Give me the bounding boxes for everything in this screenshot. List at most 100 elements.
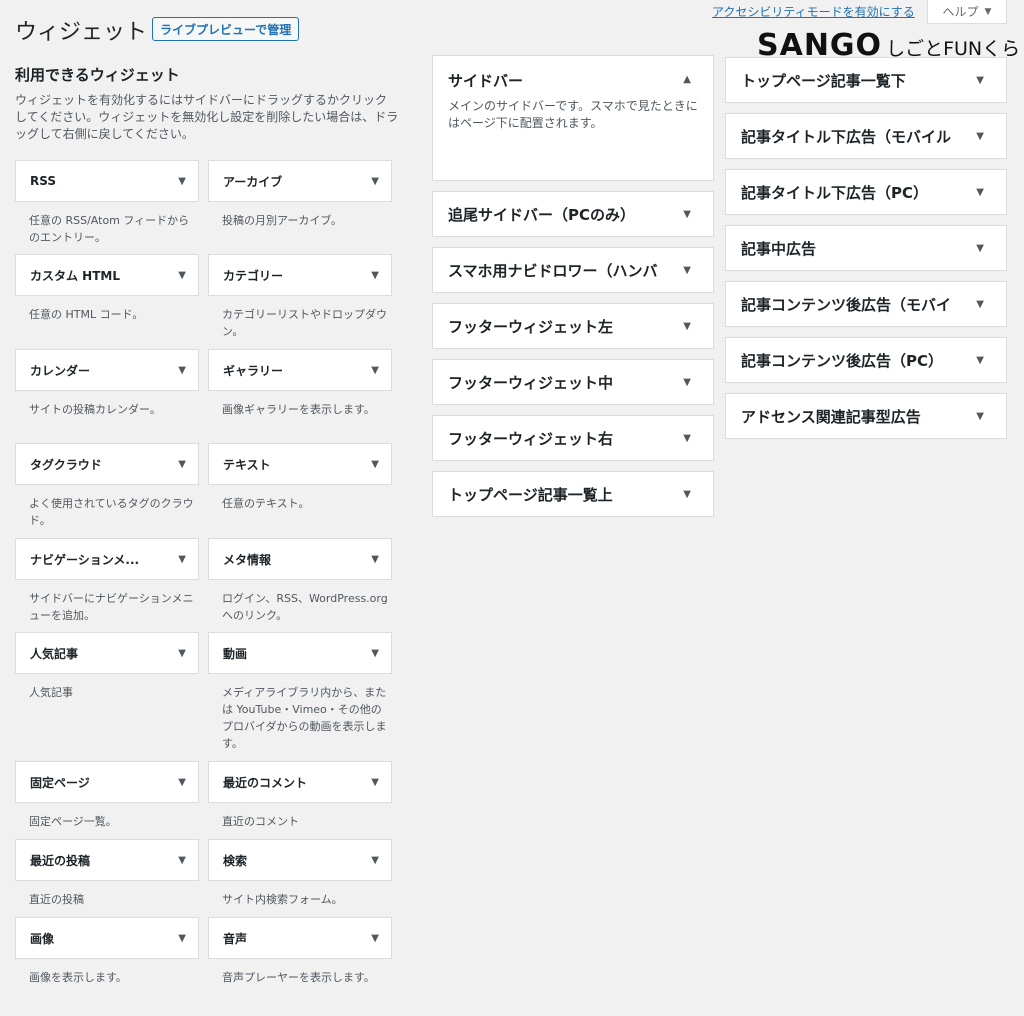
chevron-down-icon[interactable]: ▼ — [178, 648, 186, 659]
widget-item[interactable]: RSS ▼ — [15, 160, 199, 202]
widget-item[interactable]: 最近の投稿 ▼ — [15, 839, 199, 881]
sidebar-area-title: 記事コンテンツ後広告（PC） — [741, 351, 944, 370]
chevron-down-icon: ▼ — [984, 6, 992, 17]
widget-title: 人気記事 — [30, 646, 79, 661]
chevron-down-icon[interactable]: ▼ — [976, 243, 984, 254]
sidebar-main-title: サイドバー — [448, 72, 524, 90]
widget-description: カテゴリーリストやドロップダウン。 — [222, 308, 387, 338]
chevron-down-icon[interactable]: ▼ — [976, 75, 984, 86]
widget-item[interactable]: カテゴリー ▼ — [208, 254, 392, 296]
widget-item[interactable]: ギャラリー ▼ — [208, 349, 392, 391]
chevron-down-icon[interactable]: ▼ — [976, 187, 984, 198]
widget-description: よく使用されているタグのクラウド。 — [29, 497, 194, 527]
widget-title: メタ情報 — [223, 552, 272, 567]
chevron-down-icon[interactable]: ▼ — [371, 554, 379, 565]
widget-title: アーカイブ — [223, 174, 283, 189]
chevron-down-icon[interactable]: ▼ — [371, 365, 379, 376]
chevron-down-icon[interactable]: ▼ — [371, 176, 379, 187]
sidebar-area[interactable]: 記事タイトル下広告（モバイル ▼ — [725, 113, 1007, 159]
live-preview-button[interactable]: ライブプレビューで管理 — [152, 17, 300, 41]
sidebar-area[interactable]: フッターウィジェット右 ▼ — [432, 415, 714, 461]
sidebar-area[interactable]: アドセンス関連記事型広告 ▼ — [725, 393, 1007, 439]
sidebar-area[interactable]: 記事コンテンツ後広告（PC） ▼ — [725, 337, 1007, 383]
sidebar-area[interactable]: 記事タイトル下広告（PC） ▼ — [725, 169, 1007, 215]
chevron-down-icon[interactable]: ▼ — [178, 554, 186, 565]
chevron-down-icon[interactable]: ▼ — [178, 459, 186, 470]
chevron-down-icon[interactable]: ▼ — [371, 648, 379, 659]
widget-description: 任意のテキスト。 — [222, 497, 310, 510]
widget-item[interactable]: 検索 ▼ — [208, 839, 392, 881]
chevron-down-icon[interactable]: ▼ — [976, 411, 984, 422]
chevron-down-icon[interactable]: ▼ — [178, 176, 186, 187]
widget-item[interactable]: タグクラウド ▼ — [15, 443, 199, 485]
widget-title: カテゴリー — [223, 268, 284, 283]
sidebar-area[interactable]: 追尾サイドバー（PCのみ） ▼ — [432, 191, 714, 237]
chevron-down-icon[interactable]: ▼ — [178, 777, 186, 788]
sidebar-area[interactable]: トップページ記事一覧下 ▼ — [725, 57, 1007, 103]
chevron-down-icon[interactable]: ▼ — [683, 433, 691, 444]
chevron-down-icon[interactable]: ▼ — [976, 355, 984, 366]
chevron-down-icon[interactable]: ▼ — [976, 299, 984, 310]
widget-description: 直近のコメント — [222, 815, 299, 828]
chevron-down-icon[interactable]: ▼ — [178, 365, 186, 376]
widget-description: サイト内検索フォーム。 — [222, 893, 343, 906]
chevron-down-icon[interactable]: ▼ — [683, 209, 691, 220]
widget-item[interactable]: アーカイブ ▼ — [208, 160, 392, 202]
help-label: ヘルプ — [942, 5, 979, 19]
chevron-down-icon[interactable]: ▼ — [178, 933, 186, 944]
widget-item[interactable]: 固定ページ ▼ — [15, 761, 199, 803]
widget-description: 固定ページ一覧。 — [29, 815, 117, 828]
available-widgets-description: ウィジェットを有効化するにはサイドバーにドラッグするかクリックしてください。ウィ… — [15, 93, 399, 141]
sidebar-area[interactable]: 記事コンテンツ後広告（モバイ ▼ — [725, 281, 1007, 327]
widget-item[interactable]: 音声 ▼ — [208, 917, 392, 959]
widget-description: サイドバーにナビゲーションメニューを追加。 — [29, 592, 194, 622]
widget-item[interactable]: テキスト ▼ — [208, 443, 392, 485]
sidebar-area[interactable]: スマホ用ナビドロワー（ハンバ ▼ — [432, 247, 714, 293]
widget-item[interactable]: カレンダー ▼ — [15, 349, 199, 391]
sidebar-area-title: フッターウィジェット左 — [448, 317, 614, 336]
sidebar-main[interactable]: サイドバー ▲ メインのサイドバーです。スマホで見たときにはページ下に配置されま… — [432, 55, 714, 181]
chevron-down-icon[interactable]: ▼ — [178, 270, 186, 281]
widget-item[interactable]: 動画 ▼ — [208, 632, 392, 674]
chevron-up-icon[interactable]: ▲ — [683, 74, 691, 85]
widget-item[interactable]: 最近のコメント ▼ — [208, 761, 392, 803]
widget-title: ナビゲーションメ... — [30, 552, 140, 567]
chevron-down-icon[interactable]: ▼ — [683, 321, 691, 332]
help-tab[interactable]: ヘルプ ▼ — [927, 0, 1007, 24]
sidebar-area-title: トップページ記事一覧下 — [741, 71, 906, 90]
chevron-down-icon[interactable]: ▼ — [976, 131, 984, 142]
widget-item[interactable]: カスタム HTML ▼ — [15, 254, 199, 296]
widget-description: 人気記事 — [29, 686, 73, 699]
sidebar-area[interactable]: トップページ記事一覧上 ▼ — [432, 471, 714, 517]
widget-title: カレンダー — [30, 363, 91, 378]
chevron-down-icon[interactable]: ▼ — [178, 855, 186, 866]
widget-description: 直近の投稿 — [29, 893, 84, 906]
chevron-down-icon[interactable]: ▼ — [683, 489, 691, 500]
widget-title: タグクラウド — [30, 457, 102, 472]
sidebar-area[interactable]: フッターウィジェット中 ▼ — [432, 359, 714, 405]
widget-item[interactable]: メタ情報 ▼ — [208, 538, 392, 580]
widget-item[interactable]: 人気記事 ▼ — [15, 632, 199, 674]
widget-description: 画像ギャラリーを表示します。 — [222, 403, 375, 416]
widget-description: 任意の RSS/Atom フィードからのエントリー。 — [29, 214, 190, 244]
sidebar-area[interactable]: フッターウィジェット左 ▼ — [432, 303, 714, 349]
widget-title: ギャラリー — [223, 363, 284, 378]
sidebar-area[interactable]: 記事中広告 ▼ — [725, 225, 1007, 271]
sidebar-area-title: フッターウィジェット中 — [448, 373, 614, 392]
chevron-down-icon[interactable]: ▼ — [371, 459, 379, 470]
sidebar-area-title: 追尾サイドバー（PCのみ） — [448, 205, 636, 224]
chevron-down-icon[interactable]: ▼ — [371, 933, 379, 944]
chevron-down-icon[interactable]: ▼ — [683, 377, 691, 388]
chevron-down-icon[interactable]: ▼ — [371, 777, 379, 788]
widget-title: カスタム HTML — [30, 268, 120, 283]
chevron-down-icon[interactable]: ▼ — [371, 270, 379, 281]
widget-item[interactable]: ナビゲーションメ... ▼ — [15, 538, 199, 580]
chevron-down-icon[interactable]: ▼ — [683, 265, 691, 276]
widget-title: 最近の投稿 — [30, 853, 91, 868]
sidebar-area-title: スマホ用ナビドロワー（ハンバ — [448, 261, 658, 280]
widget-item[interactable]: 画像 ▼ — [15, 917, 199, 959]
widget-title: 検索 — [223, 853, 248, 868]
widget-title: RSS — [30, 174, 56, 188]
chevron-down-icon[interactable]: ▼ — [371, 855, 379, 866]
accessibility-mode-link[interactable]: アクセシビリティモードを有効にする — [712, 3, 915, 20]
